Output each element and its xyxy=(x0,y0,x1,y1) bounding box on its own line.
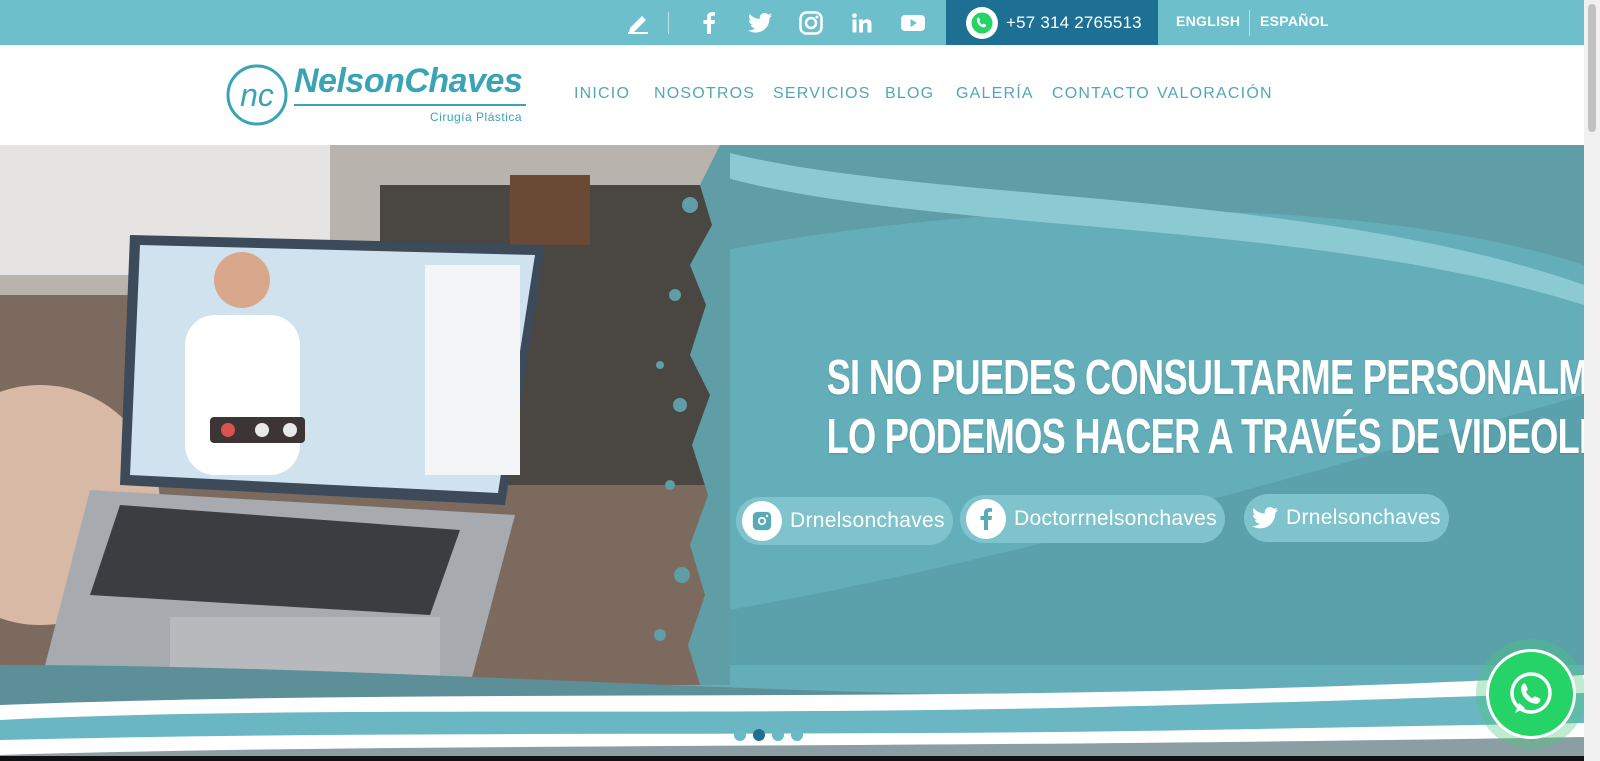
phone-contact[interactable]: +57 314 2765513 xyxy=(946,0,1158,45)
top-divider xyxy=(668,12,669,34)
top-bar: +57 314 2765513 ENGLISH ESPAÑOL xyxy=(0,0,1584,45)
hero-facebook-link[interactable]: Doctorrnelsonchaves xyxy=(960,495,1225,543)
twitter-icon[interactable] xyxy=(747,10,773,36)
lang-english-link[interactable]: ENGLISH xyxy=(1176,13,1240,29)
whatsapp-float-button[interactable] xyxy=(1476,639,1586,749)
instagram-icon[interactable] xyxy=(798,10,824,36)
logo-tagline: Cirugía Plástica xyxy=(430,110,523,124)
slider-dots xyxy=(734,729,803,741)
slider-dot-3[interactable] xyxy=(772,729,784,741)
youtube-icon[interactable] xyxy=(900,10,926,36)
hero-headline-line2: LO PODEMOS HACER A TRAVÉS DE VIDEOLLAMAD… xyxy=(826,410,1584,464)
twitter-handle: Drnelsonchaves xyxy=(1286,506,1441,529)
slider-dot-4[interactable] xyxy=(791,729,803,741)
bottom-edge xyxy=(0,756,1584,761)
logo-name: NelsonChaves xyxy=(294,62,523,100)
whatsapp-icon xyxy=(1486,649,1576,739)
scrollbar-thumb[interactable] xyxy=(1588,4,1596,132)
whatsapp-icon xyxy=(966,6,998,39)
page-scrollbar[interactable] xyxy=(1584,0,1600,761)
hero-instagram-link[interactable]: Drnelsonchaves xyxy=(736,497,953,545)
hero-twitter-link[interactable]: Drnelsonchaves xyxy=(1244,494,1449,542)
slider-dot-1[interactable] xyxy=(734,729,746,741)
linkedin-icon[interactable] xyxy=(849,10,875,36)
phone-number: +57 314 2765513 xyxy=(1006,12,1142,32)
lang-spanish-link[interactable]: ESPAÑOL xyxy=(1260,13,1329,29)
nav-nosotros[interactable]: NOSOTROS xyxy=(654,85,755,103)
logo-monogram: nc xyxy=(226,64,288,126)
hero-slider: SI NO PUEDES CONSULTARME PERSONALMENTE L… xyxy=(0,145,1584,761)
pencil-icon[interactable] xyxy=(625,10,651,36)
facebook-handle: Doctorrnelsonchaves xyxy=(1014,507,1217,530)
hero-headline-line1: SI NO PUEDES CONSULTARME PERSONALMENTE xyxy=(826,351,1584,405)
logo-underline xyxy=(294,104,526,106)
instagram-handle: Drnelsonchaves xyxy=(790,509,945,532)
nav-servicios[interactable]: SERVICIOS xyxy=(773,85,871,103)
lang-divider xyxy=(1249,10,1250,36)
nav-valoracion[interactable]: VALORACIÓN xyxy=(1157,85,1273,103)
facebook-icon xyxy=(966,499,1006,539)
slider-dot-2[interactable] xyxy=(753,729,765,741)
site-logo[interactable]: nc NelsonChaves Cirugía Plástica xyxy=(226,62,531,128)
nav-contacto[interactable]: CONTACTO xyxy=(1052,85,1150,103)
twitter-icon xyxy=(1252,507,1278,529)
site-header: nc NelsonChaves Cirugía Plástica INICIO … xyxy=(0,45,1584,145)
nav-blog[interactable]: BLOG xyxy=(885,85,934,103)
instagram-icon xyxy=(742,501,782,541)
nav-galeria[interactable]: GALERÍA xyxy=(956,85,1034,103)
nav-inicio[interactable]: INICIO xyxy=(574,85,630,103)
facebook-icon[interactable] xyxy=(696,10,722,36)
svg-text:nc: nc xyxy=(240,77,274,113)
